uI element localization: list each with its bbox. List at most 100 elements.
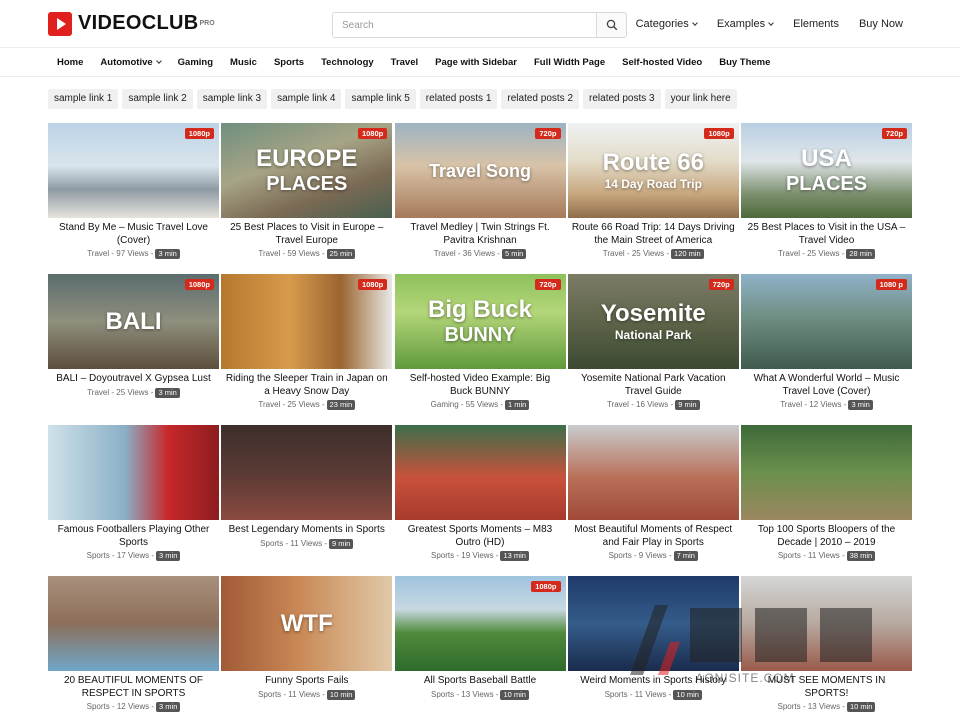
nav-item-page-with-sidebar[interactable]: Page with Sidebar [435,57,517,68]
nav-item-automotive[interactable]: Automotive [100,57,160,68]
video-title[interactable]: Weird Moments in Sports History [568,675,739,688]
thumbnail-title-text: Route 66 [602,149,704,176]
video-meta: Sports - 11 Views -9 min [221,538,392,549]
video-thumbnail[interactable]: 1080p [48,123,219,218]
video-thumbnail[interactable]: 1080p [221,274,393,369]
video-title[interactable]: 20 BEAUTIFUL MOMENTS OF RESPECT IN SPORT… [48,675,219,700]
video-title[interactable]: Route 66 Road Trip: 14 Days Driving the … [568,222,739,247]
video-title[interactable]: 25 Best Places to Visit in the USA – Tra… [741,222,912,247]
video-thumbnail[interactable]: Yosemite National Park 720p [567,274,739,369]
duration-badge: 3 min [155,387,180,398]
video-thumbnail[interactable] [741,425,912,520]
site-logo[interactable]: VIDEOCLUB PRO [48,11,215,36]
tag-link[interactable]: sample link 2 [122,89,193,109]
nav-item-self-hosted-video[interactable]: Self-hosted Video [622,57,702,68]
tag-link[interactable]: related posts 3 [583,89,661,109]
video-card[interactable]: Top 100 Sports Bloopers of the Decade | … [741,425,912,568]
video-title[interactable]: 25 Best Places to Visit in Europe – Trav… [221,222,392,247]
video-thumbnail[interactable]: 1080p [394,576,566,671]
video-card[interactable]: MUST SEE MOMENTS IN SPORTS! Sports - 13 V… [741,576,912,719]
video-title[interactable]: Most Beautiful Moments of Respect and Fa… [568,524,739,549]
quality-badge: 720p [881,128,907,139]
video-card[interactable]: Weird Moments in Sports History Sports - … [567,576,739,719]
tag-link[interactable]: your link here [664,89,737,109]
video-card[interactable]: Best Legendary Moments in Sports Sports -… [221,425,393,568]
top-menu-item-elements[interactable]: Elements [793,18,839,30]
video-meta: Sports - 19 Views -13 min [395,551,566,561]
nav-item-music[interactable]: Music [230,57,257,68]
video-card[interactable]: 1080p Riding the Sleeper Train in Japan o… [221,274,393,417]
video-card[interactable]: 1080p Stand By Me – Music Travel Love (Co… [48,123,219,266]
video-thumbnail[interactable]: USA PLACES 720p [741,123,912,218]
video-card[interactable]: Famous Footballers Playing Other Sports S… [48,425,219,568]
video-thumbnail[interactable]: Travel Song 720p [394,123,566,218]
video-card[interactable]: 1080 p What A Wonderful World – Music Tra… [741,274,912,417]
search-button[interactable] [596,13,626,37]
nav-item-technology[interactable]: Technology [321,57,374,68]
tag-link[interactable]: sample link 1 [48,89,119,109]
tag-link[interactable]: related posts 1 [419,89,498,109]
nav-item-travel[interactable]: Travel [391,57,418,68]
video-card[interactable]: Big Buck BUNNY 720p Self-hosted Video Examp… [394,274,566,417]
duration-badge: 10 min [326,689,356,700]
video-title[interactable]: All Sports Baseball Battle [395,675,566,688]
video-title[interactable]: Travel Medley | Twin Strings Ft. Pavitra… [395,222,566,247]
video-thumbnail[interactable]: EUROPE PLACES 1080p [221,123,393,218]
top-menu-item-categories[interactable]: Categories [636,18,697,30]
nav-item-home[interactable]: Home [57,57,83,68]
video-title[interactable]: What A Wonderful World – Music Travel Lo… [741,373,912,398]
video-thumbnail[interactable] [741,576,912,671]
video-card[interactable]: 1080p All Sports Baseball Battle Sports - … [394,576,566,719]
nav-item-gaming[interactable]: Gaming [178,57,213,68]
video-title[interactable]: Greatest Sports Moments – M83 Outro (HD) [395,524,566,549]
video-thumbnail[interactable] [394,425,566,520]
video-thumbnail[interactable]: Big Buck BUNNY 720p [394,274,566,369]
tag-link[interactable]: related posts 2 [501,89,580,109]
video-meta-text: Travel - 16 Views - [606,400,674,409]
video-thumbnail[interactable] [567,425,739,520]
video-meta: Sports - 12 Views -3 min [48,702,219,712]
video-title[interactable]: Best Legendary Moments in Sports [221,524,392,537]
video-thumbnail[interactable] [221,425,393,520]
video-card[interactable]: BALI 1080p BALI – Doyoutravel X Gypsea Lus… [48,274,219,417]
video-thumbnail[interactable]: WTF [221,576,393,671]
video-thumbnail[interactable] [48,576,219,671]
video-thumbnail[interactable] [48,425,219,520]
video-card[interactable]: Route 66 14 Day Road Trip 1080p Route 66 Ro… [567,123,739,266]
video-title[interactable]: Yosemite National Park Vacation Travel G… [568,373,739,398]
video-title[interactable]: Stand By Me – Music Travel Love (Cover) [48,222,219,247]
video-thumbnail[interactable]: Route 66 14 Day Road Trip 1080p [567,123,739,218]
video-thumbnail[interactable]: BALI 1080p [48,274,219,369]
video-card[interactable]: Greatest Sports Moments – M83 Outro (HD)… [394,425,566,568]
video-card[interactable]: Yosemite National Park 720p Yosemite Nation… [567,274,739,417]
nav-item-buy-theme[interactable]: Buy Theme [719,57,770,68]
video-card[interactable]: EUROPE PLACES 1080p 25 Best Places to Visit… [221,123,393,266]
video-card[interactable]: 20 BEAUTIFUL MOMENTS OF RESPECT IN SPORT… [48,576,219,719]
top-menu-item-buy-now[interactable]: Buy Now [859,18,903,30]
video-meta: Sports - 11 Views -10 min [568,689,739,700]
video-thumbnail[interactable] [567,576,739,671]
duration-badge: 120 min [671,249,704,259]
video-card[interactable]: Travel Song 720p Travel Medley | Twin Stri… [394,123,566,266]
thumbnail-caption: WTF [221,576,392,671]
video-title[interactable]: Riding the Sleeper Train in Japan on a H… [221,373,392,398]
tag-link[interactable]: sample link 4 [271,89,342,109]
video-card[interactable]: USA PLACES 720p 25 Best Places to Visit in … [741,123,912,266]
video-title[interactable]: BALI – Doyoutravel X Gypsea Lust [48,373,219,386]
video-title[interactable]: Funny Sports Fails [221,675,392,688]
nav-item-full-width-page[interactable]: Full Width Page [534,57,605,68]
top-menu-item-examples[interactable]: Examples [717,18,773,30]
duration-badge: 23 min [326,400,356,410]
tag-link[interactable]: sample link 5 [345,89,416,109]
video-card[interactable]: WTF Funny Sports Fails Sports - 11 Views -… [221,576,393,719]
video-title[interactable]: MUST SEE MOMENTS IN SPORTS! [741,675,912,700]
video-thumbnail[interactable]: 1080 p [741,274,912,369]
search-input[interactable] [333,13,596,37]
video-title[interactable]: Top 100 Sports Bloopers of the Decade | … [741,524,912,549]
video-title[interactable]: Self-hosted Video Example: Big Buck BUNN… [395,373,566,398]
video-card[interactable]: Most Beautiful Moments of Respect and Fa… [567,425,739,568]
duration-badge: 9 min [329,538,354,549]
video-title[interactable]: Famous Footballers Playing Other Sports [48,524,219,549]
tag-link[interactable]: sample link 3 [196,89,268,109]
nav-item-sports[interactable]: Sports [274,57,304,68]
